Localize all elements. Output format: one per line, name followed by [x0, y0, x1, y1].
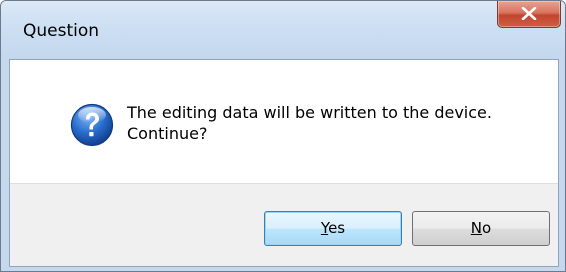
no-mnemonic: N	[470, 219, 483, 237]
button-bar: Yes No	[10, 183, 558, 266]
dialog-message: The editing data will be written to the …	[127, 102, 492, 144]
no-button[interactable]: No	[412, 211, 550, 246]
close-icon	[521, 7, 537, 20]
no-button-label: No	[471, 219, 491, 237]
dialog-client-area: The editing data will be written to the …	[9, 59, 559, 267]
yes-button[interactable]: Yes	[264, 211, 402, 246]
close-button[interactable]	[497, 1, 561, 28]
question-icon	[70, 103, 114, 147]
no-label-rest: o	[482, 219, 492, 237]
yes-label-rest: es	[328, 219, 346, 237]
question-dialog: Question The editing data will be writte…	[0, 0, 566, 272]
message-area: The editing data will be written to the …	[10, 60, 558, 183]
message-line-1: The editing data will be written to the …	[127, 103, 492, 122]
yes-mnemonic: Y	[320, 219, 329, 237]
dialog-title: Question	[23, 21, 100, 41]
title-bar[interactable]: Question	[1, 1, 565, 59]
message-line-2: Continue?	[127, 124, 208, 143]
yes-button-label: Yes	[321, 219, 345, 237]
